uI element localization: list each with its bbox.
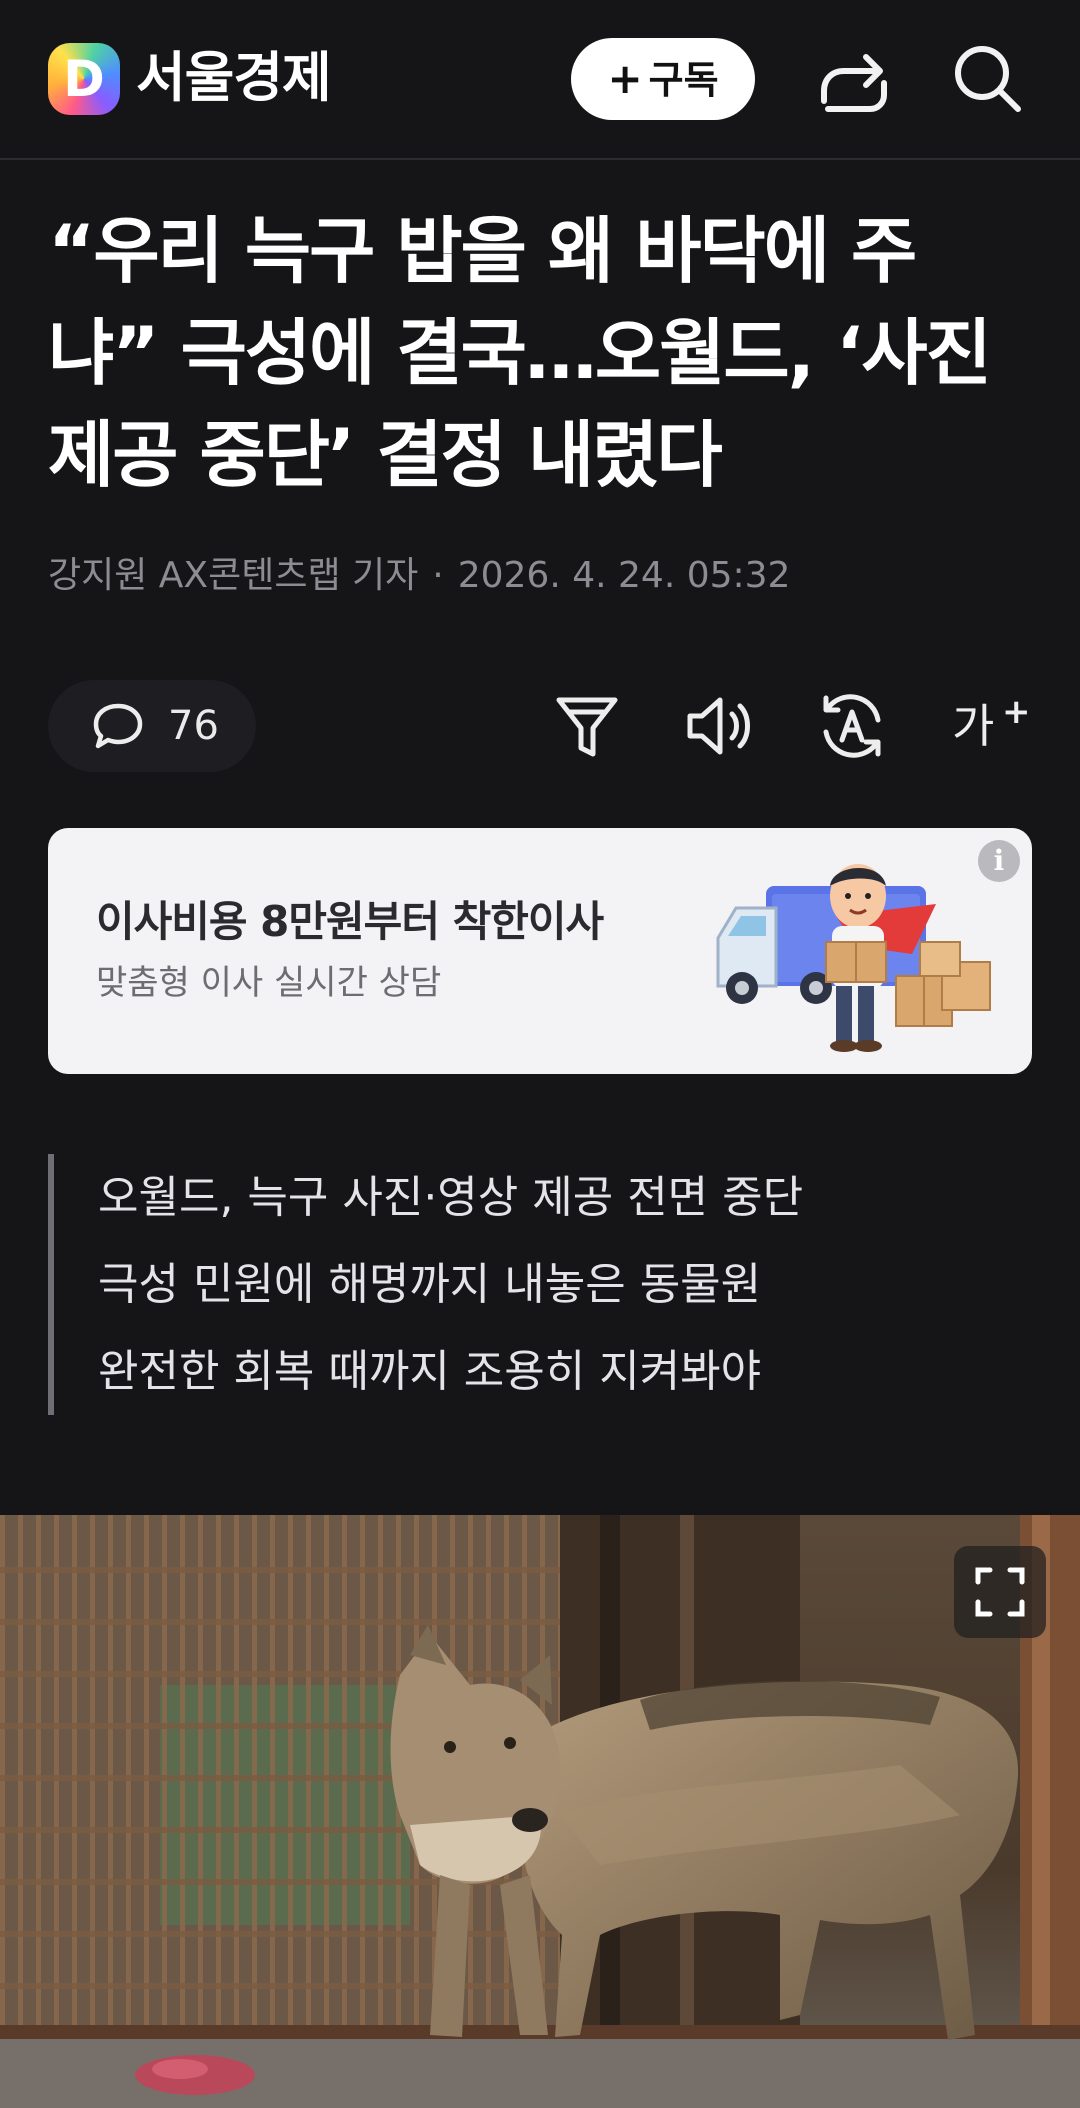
headline-line: 냐” 극성에 결국…오월드, ‘사진 bbox=[48, 311, 992, 395]
top-bar: D 서울경제 + 구독 bbox=[0, 0, 1080, 160]
subscribe-label: 구독 bbox=[648, 58, 719, 102]
read-aloud-button[interactable] bbox=[680, 686, 760, 766]
article-summary: 오월드, 늑구 사진·영상 제공 전면 중단 극성 민원에 해명까지 내놓은 동… bbox=[48, 1154, 1058, 1415]
press-name[interactable]: 서울경제 bbox=[136, 40, 332, 116]
ad-title: 이사비용 8만원부터 착한이사 bbox=[96, 897, 604, 946]
subscribe-button[interactable]: + 구독 bbox=[571, 38, 755, 120]
summary-line: 오월드, 늑구 사진·영상 제공 전면 중단 bbox=[98, 1172, 804, 1223]
share-button[interactable] bbox=[814, 39, 894, 119]
moving-mascot-illustration bbox=[716, 864, 991, 1052]
headline-line: “우리 늑구 밥을 왜 바닥에 주 bbox=[48, 209, 917, 293]
comment-button[interactable]: 76 bbox=[48, 680, 256, 772]
font-size-plus: + bbox=[1002, 692, 1031, 732]
published-datetime: 2026. 4. 24. 05:32 bbox=[457, 555, 791, 596]
author-name[interactable]: 강지원 AX콘텐츠랩 기자 bbox=[48, 555, 418, 596]
byline: 강지원 AX콘텐츠랩 기자 · 2026. 4. 24. 05:32 bbox=[48, 548, 790, 604]
speaker-icon bbox=[687, 697, 750, 755]
logo-letter: D bbox=[63, 50, 105, 108]
article-headline: “우리 늑구 밥을 왜 바닥에 주 냐” 극성에 결국…오월드, ‘사진 제공 … bbox=[48, 200, 1048, 506]
summary-line: 완전한 회복 때까지 조용히 지켜봐야 bbox=[98, 1346, 762, 1397]
comment-icon bbox=[93, 703, 143, 749]
font-size-button[interactable]: 가 + bbox=[944, 686, 1031, 766]
plus-icon: + bbox=[607, 54, 643, 103]
byline-separator: · bbox=[432, 555, 444, 596]
ad-banner[interactable]: 이사비용 8만원부터 착한이사 맞춤형 이사 실시간 상담 i bbox=[48, 828, 1032, 1074]
search-button[interactable] bbox=[948, 39, 1028, 119]
expand-icon bbox=[975, 1567, 1025, 1617]
share-icon bbox=[821, 54, 887, 112]
comment-count: 76 bbox=[168, 703, 219, 749]
translate-icon bbox=[823, 694, 881, 758]
daum-logo-icon[interactable]: D bbox=[48, 43, 120, 115]
translate-button[interactable] bbox=[812, 686, 892, 766]
photo-expand-button[interactable] bbox=[954, 1546, 1046, 1638]
wolf-in-cage-photo bbox=[0, 1515, 1080, 2108]
search-icon bbox=[955, 46, 1021, 112]
summary-line: 극성 민원에 해명까지 내놓은 동물원 bbox=[98, 1259, 762, 1310]
ad-subtitle: 맞춤형 이사 실시간 상담 bbox=[96, 963, 442, 1003]
font-size-glyph: 가 bbox=[952, 699, 995, 753]
filter-icon bbox=[556, 697, 618, 757]
headline-line: 제공 중단’ 결정 내렸다 bbox=[48, 413, 723, 497]
filter-button[interactable] bbox=[547, 686, 627, 766]
article-photo[interactable] bbox=[0, 1515, 1080, 2108]
